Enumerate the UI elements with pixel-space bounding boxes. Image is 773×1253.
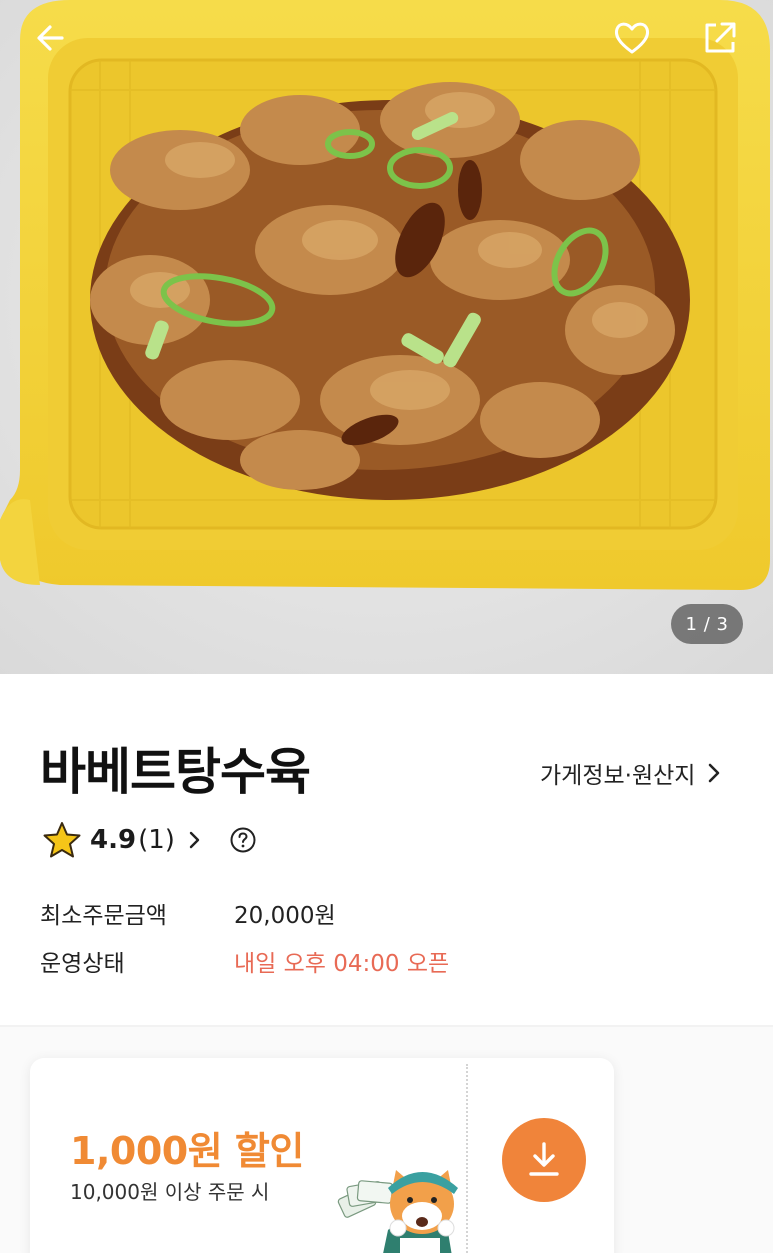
mascot-illustration xyxy=(337,1170,458,1253)
back-arrow-icon xyxy=(37,25,64,51)
star-icon xyxy=(43,822,81,858)
min-order-value: 20,000원 xyxy=(234,903,336,929)
rating-row[interactable]: 4.9 (1) xyxy=(42,818,257,862)
share-icon xyxy=(705,22,736,53)
food-photo xyxy=(0,0,773,674)
store-info-link-label: 가게정보·원산지 xyxy=(540,763,696,789)
coupon-perforation xyxy=(466,1064,468,1253)
operating-status-row: 운영상태 내일 오후 04:00 오픈 xyxy=(40,944,449,978)
chevron-right-icon xyxy=(189,831,200,849)
rating-value: 4.9 xyxy=(90,825,137,855)
chevron-right-icon xyxy=(709,763,720,783)
image-counter-badge: 1 / 3 xyxy=(671,604,743,644)
coupon-condition: 10,000원 이상 주문 시 xyxy=(70,1180,270,1204)
coupon-card[interactable]: 1,000원 할인 10,000원 이상 주문 시 xyxy=(30,1058,614,1253)
back-button[interactable] xyxy=(28,14,76,62)
favorite-button[interactable] xyxy=(608,14,656,62)
min-order-label: 최소주문금액 xyxy=(40,903,167,929)
operating-status-label: 운영상태 xyxy=(40,951,125,977)
min-order-row: 최소주문금액 20,000원 xyxy=(40,896,336,930)
coupon-title: 1,000원 할인 xyxy=(70,1129,304,1173)
coupon-download-button[interactable] xyxy=(502,1118,586,1202)
store-name: 바베트탕수육 xyxy=(40,743,311,801)
operating-status-value: 내일 오후 04:00 오픈 xyxy=(234,951,450,977)
store-info-link[interactable]: 가게정보·원산지 xyxy=(540,756,721,790)
review-count: (1) xyxy=(138,825,175,855)
share-button[interactable] xyxy=(696,14,744,62)
hero-image-carousel[interactable]: 1 / 3 xyxy=(0,0,773,674)
download-icon xyxy=(529,1142,559,1176)
heart-icon xyxy=(614,22,650,54)
help-icon[interactable] xyxy=(229,826,257,854)
